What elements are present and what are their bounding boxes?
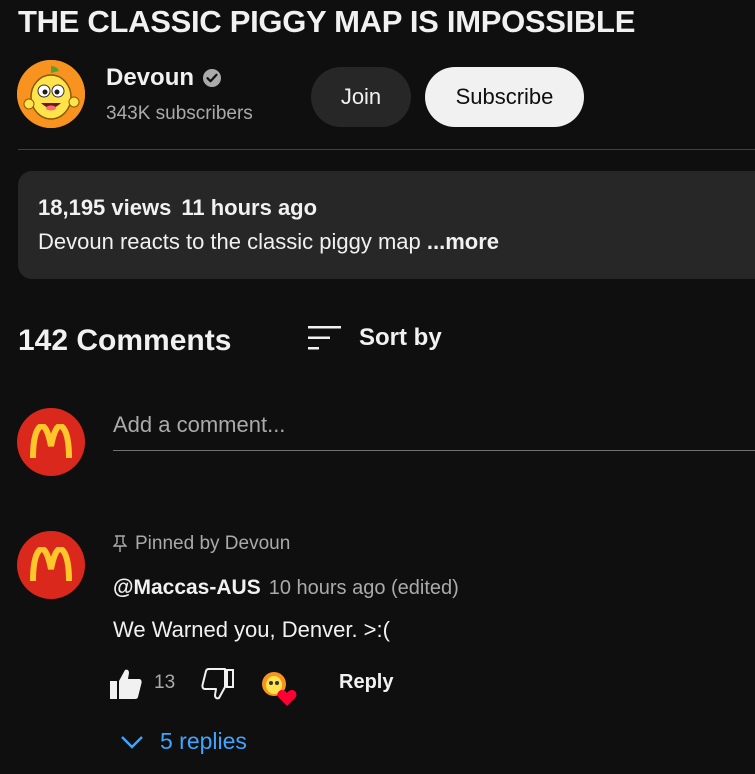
description-text: Devoun reacts to the classic piggy map .…	[38, 229, 499, 255]
verified-badge-icon	[203, 69, 222, 87]
commenter-avatar[interactable]	[17, 531, 85, 599]
join-button[interactable]: Join	[311, 67, 411, 127]
comment-author[interactable]: @Maccas-AUS	[113, 576, 261, 600]
divider	[18, 149, 755, 150]
comment-header: @Maccas-AUS 10 hours ago (edited)	[113, 576, 459, 600]
comments-count: 142 Comments	[18, 324, 232, 357]
current-user-avatar	[17, 408, 85, 476]
subscriber-count: 343K subscribers	[106, 103, 253, 124]
pinned-indicator: Pinned by Devoun	[113, 533, 290, 555]
comment-time[interactable]: 10 hours ago (edited)	[269, 577, 459, 600]
lemon-mascot-icon	[17, 60, 85, 128]
chevron-down-icon	[121, 735, 143, 749]
view-replies-button[interactable]: 5 replies	[120, 728, 247, 755]
creator-heart-icon	[262, 672, 297, 706]
add-comment-input[interactable]: Add a comment...	[113, 410, 755, 451]
reply-button[interactable]: Reply	[339, 671, 393, 694]
description-meta: 18,195 views 11 hours ago	[38, 195, 317, 221]
channel-name-row: Devoun	[106, 64, 222, 92]
mcdonalds-logo-icon	[30, 424, 72, 459]
view-count: 18,195 views	[38, 195, 172, 220]
comment-text: We Warned you, Denver. >:(	[113, 617, 390, 642]
sort-by-label: Sort by	[359, 324, 442, 351]
subscribe-button[interactable]: Subscribe	[425, 67, 584, 127]
description-box[interactable]: 18,195 views 11 hours ago Devoun reacts t…	[18, 171, 755, 279]
replies-count: 5 replies	[160, 728, 247, 754]
sort-by-button[interactable]: Sort by	[308, 324, 442, 352]
pinned-label: Pinned by Devoun	[135, 533, 291, 554]
pin-icon	[113, 535, 127, 552]
show-more-link[interactable]: ...more	[427, 229, 499, 254]
mcdonalds-logo-icon	[30, 547, 72, 582]
dislike-icon[interactable]	[200, 666, 236, 702]
channel-name[interactable]: Devoun	[106, 64, 194, 92]
description-snippet: Devoun reacts to the classic piggy map	[38, 229, 427, 254]
comment-actions: 13 Reply	[108, 664, 428, 706]
upload-time: 11 hours ago	[181, 195, 318, 220]
like-icon[interactable]	[108, 666, 144, 702]
sort-icon	[308, 326, 341, 350]
channel-avatar[interactable]	[17, 60, 85, 128]
video-title: THE CLASSIC PIGGY MAP IS IMPOSSIBLE	[18, 4, 636, 39]
like-count: 13	[154, 672, 176, 693]
